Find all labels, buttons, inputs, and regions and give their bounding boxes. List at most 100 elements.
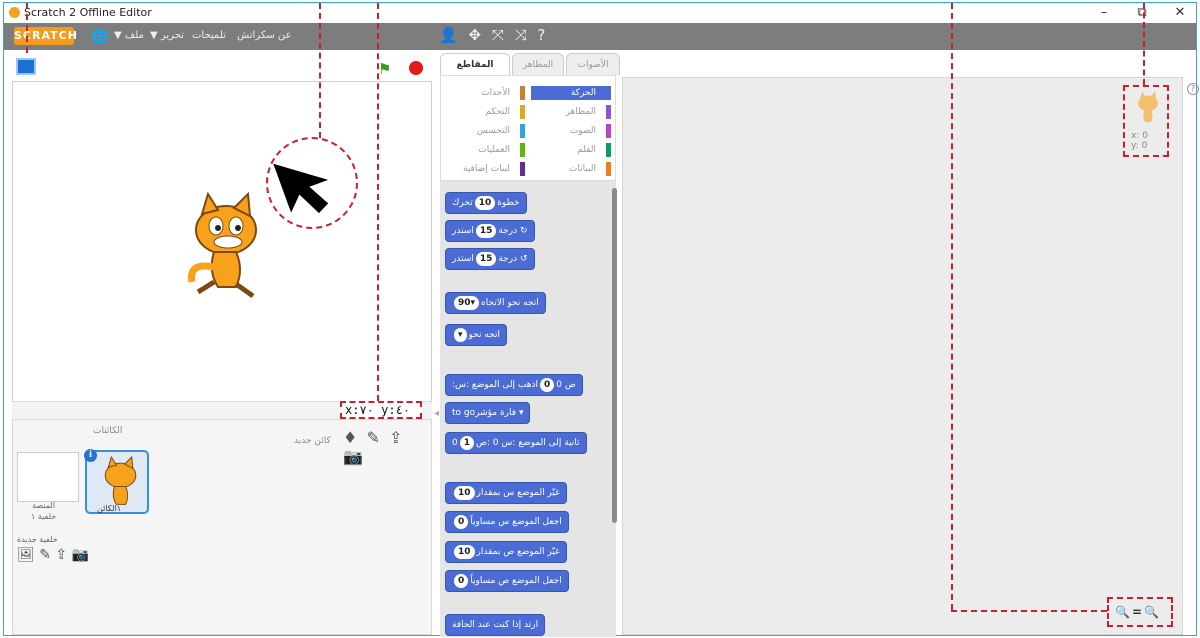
- stage-thumbnail-label: المنصة خلفية ١: [31, 501, 57, 521]
- green-flag-icon[interactable]: ⚑: [378, 60, 391, 78]
- block-input[interactable]: 0: [540, 378, 555, 392]
- block-text: اتجه نحو: [468, 330, 500, 340]
- guide-line: [951, 3, 953, 610]
- block-input[interactable]: 10: [454, 486, 475, 500]
- help-icon[interactable]: ?: [537, 26, 545, 44]
- delete-icon[interactable]: ✥: [468, 26, 481, 44]
- presentation-mode-button[interactable]: [16, 58, 36, 75]
- tab-costumes[interactable]: المظاهر: [512, 53, 564, 75]
- upload-sprite-icon[interactable]: ⇪: [389, 428, 402, 447]
- guide-line: [319, 3, 321, 138]
- motion-block[interactable]: 0 1 ثانية إلى الموضع :س 0 :ص: [445, 432, 587, 454]
- motion-block[interactable]: 0 اجعل الموضع س مساوياً: [445, 511, 569, 533]
- stop-button[interactable]: [409, 61, 423, 75]
- menu-about[interactable]: عن سكراتش: [237, 30, 292, 41]
- category-8[interactable]: العمليات: [445, 143, 525, 157]
- block-categories: الحركة المظاهر الصوت القلم البيانات الأحداث ال…: [440, 75, 616, 181]
- block-text: 0: [452, 438, 458, 448]
- category-2[interactable]: الصوت: [531, 124, 611, 138]
- block-input[interactable]: 0: [454, 574, 469, 588]
- close-button[interactable]: ✕: [1160, 3, 1200, 23]
- zoom-controls[interactable]: 🔍=🔍: [1107, 597, 1173, 627]
- cat-sprite-ghost-icon: [1138, 91, 1158, 123]
- block-text: to go: [452, 408, 476, 418]
- block-input[interactable]: ▾: [454, 328, 467, 342]
- stage-header: ⚑: [4, 50, 432, 80]
- language-globe-icon[interactable]: 🌐: [91, 29, 108, 45]
- category-4[interactable]: البيانات: [531, 162, 611, 176]
- guide-line: [951, 610, 1107, 612]
- sprites-pane: الكائنات كائن جديد ♦ ✎ ⇪ 📷 المنصة خلفية …: [12, 419, 432, 635]
- block-text: غيّر الموضع ص بمقدار: [476, 547, 560, 557]
- minimize-button[interactable]: –: [1084, 3, 1124, 23]
- motion-block[interactable]: خطوة10تحرك: [445, 192, 527, 214]
- category-0[interactable]: الحركة: [531, 86, 611, 100]
- shrink-icon[interactable]: ⤨: [515, 26, 527, 44]
- menu-edit[interactable]: ▼ تحرير: [150, 30, 184, 41]
- block-input[interactable]: 15: [475, 252, 497, 266]
- mouse-cursor-icon: [273, 163, 329, 214]
- tab-sounds[interactable]: الأصوات: [566, 53, 620, 75]
- motion-block[interactable]: 10 غيّر الموضع س بمقدار: [445, 482, 567, 504]
- title-bar: Scratch 2 Offline Editor – ⧉ ✕: [4, 3, 1196, 23]
- editor-window: Scratch 2 Offline Editor – ⧉ ✕ SCRATCH 🌐…: [3, 2, 1199, 637]
- camera-backdrop-icon[interactable]: 📷: [72, 547, 89, 563]
- block-text: ثانية إلى الموضع :س 0 :ص: [476, 438, 580, 448]
- scratch-app-icon: [9, 7, 20, 18]
- block-text: اذهب إلى الموضع :س: [455, 380, 539, 390]
- sprites-title: الكائنات: [93, 426, 123, 436]
- block-text: غيّر الموضع س بمقدار: [476, 488, 560, 498]
- block-input[interactable]: 15: [475, 224, 497, 238]
- choose-sprite-library-icon[interactable]: ♦: [343, 428, 357, 447]
- mouse-coordinates: x:٧٠ y:٤٠: [340, 401, 422, 419]
- guide-line: [377, 3, 379, 401]
- cat-sprite[interactable]: [178, 192, 268, 302]
- restore-button[interactable]: ⧉: [1122, 3, 1162, 23]
- pane-resize-handle[interactable]: ◂: [434, 408, 439, 419]
- category-6[interactable]: التحكم: [445, 105, 525, 119]
- block-text: درجة: [498, 226, 518, 236]
- motion-block[interactable]: 0 اجعل الموضع ص مساوياً: [445, 570, 569, 592]
- block-input[interactable]: 1: [459, 436, 474, 450]
- camera-sprite-icon[interactable]: 📷: [343, 447, 363, 466]
- block-input[interactable]: 0: [454, 515, 469, 529]
- category-7[interactable]: التحسس: [445, 124, 525, 138]
- help-icon[interactable]: ?: [1187, 83, 1199, 95]
- block-text: تحرك: [452, 198, 473, 208]
- stage-canvas[interactable]: [12, 81, 432, 404]
- block-input[interactable]: 90▾: [454, 296, 480, 310]
- menu-file[interactable]: ▼ ملف: [114, 30, 144, 41]
- guide-line: [1143, 3, 1145, 85]
- motion-block[interactable]: 10 غيّر الموضع ص بمقدار: [445, 541, 567, 563]
- upload-backdrop-icon[interactable]: ⇪: [55, 547, 67, 563]
- motion-block[interactable]: درجة15استدر ↺: [445, 248, 535, 270]
- motion-block[interactable]: :ص 00اذهب إلى الموضع :س: [445, 374, 583, 396]
- menu-tips[interactable]: تلميحات: [192, 30, 226, 41]
- scratch-logo[interactable]: SCRATCH: [14, 27, 77, 45]
- block-input[interactable]: 10: [474, 196, 496, 210]
- backdrop-library-icon[interactable]: 🖼: [17, 547, 35, 563]
- category-1[interactable]: المظاهر: [531, 105, 611, 119]
- block-text: درجة: [498, 254, 518, 264]
- paint-backdrop-icon[interactable]: ✎: [39, 547, 51, 563]
- motion-block[interactable]: to goفارة مؤشر ▾: [445, 402, 531, 424]
- category-5[interactable]: الأحداث: [445, 86, 525, 100]
- stage-thumbnail[interactable]: [17, 452, 79, 502]
- sprite-name: ١الكائن: [97, 504, 122, 513]
- motion-block[interactable]: ▾ اتجه نحو: [445, 324, 507, 346]
- palette-scrollbar[interactable]: [612, 188, 617, 523]
- grow-icon[interactable]: ⤧: [492, 26, 504, 44]
- motion-block[interactable]: درجة15استدر ↻: [445, 220, 535, 242]
- motion-block[interactable]: 90▾ اتجه نحو الاتجاه: [445, 292, 546, 314]
- motion-block[interactable]: ارتد إذا كنت عند الحافة: [445, 614, 546, 636]
- block-input[interactable]: 10: [454, 545, 475, 559]
- block-text: اجعل الموضع ص مساوياً: [470, 576, 562, 586]
- tab-scripts[interactable]: المقاطع البرمجية: [440, 53, 510, 92]
- new-backdrop-tools: 🖼 ✎ ⇪ 📷: [17, 547, 89, 563]
- window-title: Scratch 2 Offline Editor: [24, 6, 152, 19]
- scripts-area[interactable]: [622, 77, 1183, 635]
- paint-sprite-icon[interactable]: ✎: [366, 428, 379, 447]
- duplicate-icon[interactable]: 👤: [439, 26, 458, 44]
- category-9[interactable]: لبنات إضافية: [445, 162, 525, 176]
- category-3[interactable]: القلم: [531, 143, 611, 157]
